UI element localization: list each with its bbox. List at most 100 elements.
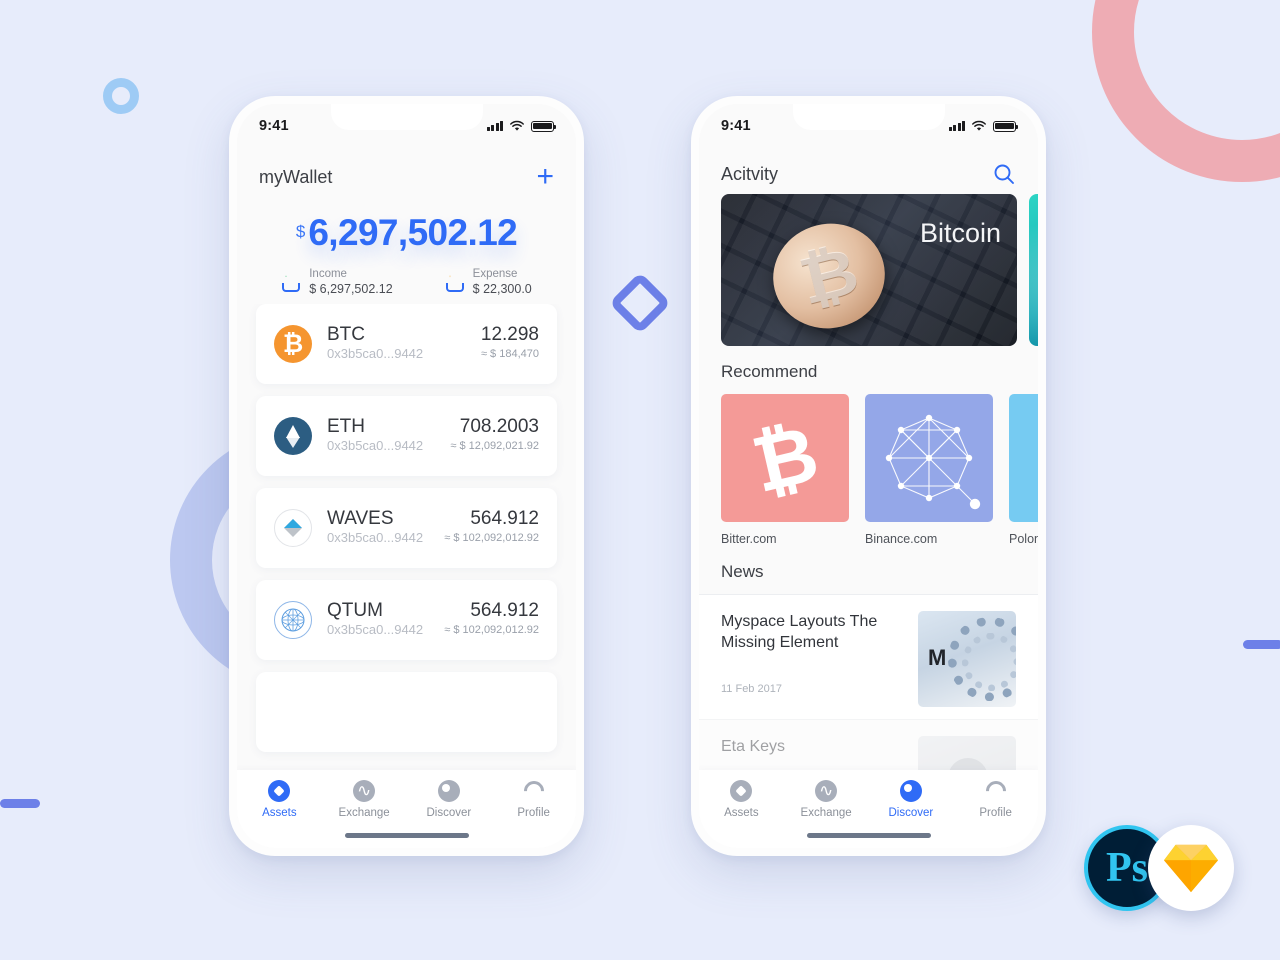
recommend-section-title: Recommend	[721, 362, 818, 381]
balance-section: $ 6,297,502.12 Income $ 6,297,502.12 Exp…	[237, 200, 576, 304]
expense-value: $ 22,300.0	[472, 282, 532, 297]
list-item[interactable]: QTUM 0x3b5ca0...9442 564.912 ≈ $ 102,092…	[256, 579, 557, 660]
qtum-logo-icon	[274, 600, 312, 639]
search-icon	[994, 164, 1014, 184]
recommend-label: Binance.com	[865, 532, 938, 546]
page-title: myWallet	[259, 166, 333, 187]
discover-icon	[899, 780, 922, 802]
list-item[interactable]: Myspace Layouts The Missing Element 11 F…	[699, 594, 1038, 719]
tab-label: Assets	[262, 807, 297, 819]
exchange-icon	[815, 780, 838, 802]
coin-address: 0x3b5ca0...9442	[327, 438, 424, 454]
phone-mockup-discover: 9:41 Acitvity ₿ Bitcoin Recommend ₿ Bitt…	[691, 96, 1046, 856]
tab-label: Profile	[979, 807, 1012, 819]
list-item[interactable]: BTC 0x3b5ca0...9442 12.298 ≈ $ 184,470	[256, 303, 557, 384]
exchange-icon	[353, 780, 376, 802]
list-item-partial[interactable]	[256, 671, 557, 752]
discover-header: Acitvity	[699, 148, 1038, 194]
tab-label: Exchange	[800, 807, 852, 819]
recommend-item[interactable]: Binance.com	[865, 394, 993, 546]
bitcoin-symbol-icon	[721, 394, 849, 522]
recommend-item[interactable]: Polonie	[1009, 394, 1038, 546]
recommend-label: Bitter.com	[721, 532, 777, 546]
assets-header: myWallet +	[237, 148, 576, 200]
banner-card[interactable]	[1029, 194, 1038, 346]
banner-card[interactable]: Bitcoin	[721, 194, 1017, 346]
binance-network-icon	[865, 394, 993, 522]
poloniex-icon	[1009, 394, 1038, 522]
tab-discover[interactable]: Discover	[869, 780, 954, 819]
ibm-logo-icon: M	[928, 645, 946, 670]
coin-symbol: WAVES	[327, 508, 394, 530]
tab-discover[interactable]: Discover	[407, 780, 492, 819]
coin-address: 0x3b5ca0...9442	[327, 346, 424, 362]
wifi-icon	[510, 120, 524, 131]
tab-label: Assets	[724, 807, 759, 819]
expense-label: Expense	[472, 268, 518, 280]
news-title: Eta Keys	[721, 738, 786, 755]
news-thumbnail	[918, 736, 1016, 770]
tab-profile[interactable]: Profile	[953, 776, 1038, 819]
tab-label: Discover	[888, 807, 934, 819]
recommend-label: Polonie	[1009, 532, 1038, 546]
assets-icon	[730, 780, 753, 802]
income-summary[interactable]: Income $ 6,297,502.12	[281, 267, 393, 298]
tab-profile[interactable]: Profile	[491, 776, 576, 819]
expense-tray-up-icon	[445, 272, 465, 293]
coin-address: 0x3b5ca0...9442	[327, 530, 424, 546]
coin-address: 0x3b5ca0...9442	[327, 622, 424, 638]
home-indicator	[806, 833, 931, 838]
news-list[interactable]: Myspace Layouts The Missing Element 11 F…	[699, 594, 1038, 770]
sketch-diamond-icon	[1164, 844, 1218, 893]
assets-icon	[268, 780, 291, 802]
tab-exchange[interactable]: Exchange	[784, 780, 869, 819]
notch	[330, 104, 483, 130]
profile-icon	[981, 776, 1010, 806]
signal-icon	[486, 121, 503, 131]
screen-assets: 9:41 myWallet + $ 6,297,502.12 Income $ …	[237, 104, 576, 848]
signal-icon	[948, 121, 965, 131]
decor-pill-left	[0, 799, 40, 808]
add-wallet-button[interactable]: +	[536, 162, 554, 192]
coin-amount: 564.912	[470, 508, 539, 530]
profile-icon	[519, 776, 548, 806]
status-time: 9:41	[259, 118, 289, 134]
waves-logo-icon	[274, 508, 312, 547]
bottom-tab-bar[interactable]: Assets Exchange Discover Profile	[237, 770, 576, 848]
coin-fiat-value: ≈ $ 184,470	[480, 348, 539, 361]
status-bar: 9:41	[699, 104, 1038, 148]
wifi-icon	[972, 120, 986, 131]
bottom-tab-bar[interactable]: Assets Exchange Discover Profile	[699, 770, 1038, 848]
news-title: Myspace Layouts The Missing Element	[721, 613, 878, 652]
home-indicator	[344, 833, 469, 838]
news-date: 11 Feb 2017	[721, 683, 782, 696]
expense-summary[interactable]: Expense $ 22,300.0	[445, 267, 532, 298]
banner-carousel[interactable]: Bitcoin	[699, 194, 1038, 346]
status-indicators	[486, 120, 557, 132]
income-value: $ 6,297,502.12	[309, 282, 393, 297]
coin-symbol: BTC	[327, 324, 365, 346]
coin-list[interactable]: BTC 0x3b5ca0...9442 12.298 ≈ $ 184,470 E…	[237, 303, 576, 770]
recommend-item[interactable]: Bitter.com	[721, 394, 849, 546]
coin-amount: 564.912	[470, 600, 539, 622]
discover-content[interactable]: Bitcoin Recommend Bitter.com	[699, 194, 1038, 770]
list-item[interactable]: ETH 0x3b5ca0...9442 708.2003 ≈ $ 12,092,…	[256, 395, 557, 476]
list-item[interactable]: Eta Keys	[699, 719, 1038, 770]
income-tray-down-icon	[281, 272, 301, 293]
battery-icon	[531, 120, 557, 132]
coin-symbol: ETH	[327, 416, 365, 438]
tab-exchange[interactable]: Exchange	[322, 780, 407, 819]
decor-diamond-icon	[608, 271, 672, 335]
tab-assets[interactable]: Assets	[237, 780, 322, 819]
btc-logo-icon	[274, 324, 312, 363]
income-label: Income	[309, 268, 347, 280]
plus-icon: +	[536, 160, 554, 193]
tab-assets[interactable]: Assets	[699, 780, 784, 819]
search-button[interactable]	[992, 162, 1016, 186]
coin-amount: 708.2003	[459, 416, 539, 438]
tab-label: Exchange	[338, 807, 390, 819]
recommend-list[interactable]: Bitter.com	[699, 394, 1038, 546]
balance-currency-symbol: $	[295, 222, 306, 241]
list-item[interactable]: WAVES 0x3b5ca0...9442 564.912 ≈ $ 102,09…	[256, 487, 557, 568]
status-indicators	[948, 120, 1019, 132]
